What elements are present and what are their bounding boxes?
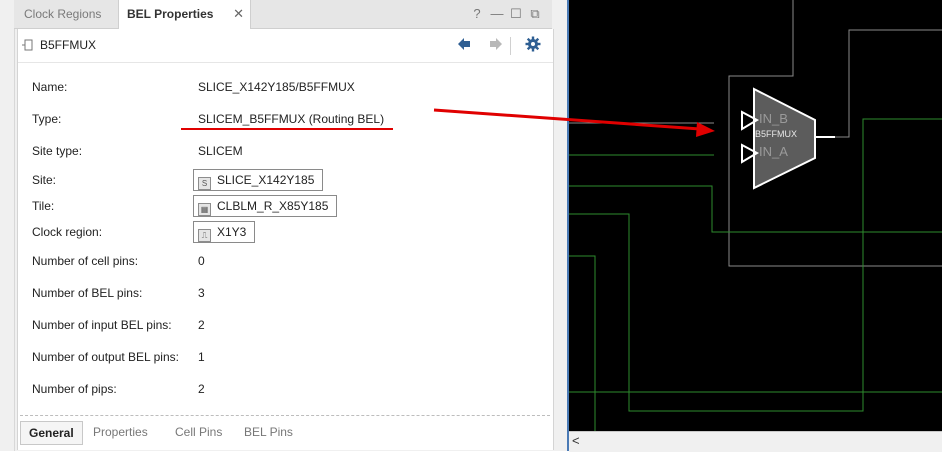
property-value: SLICEM [198,144,243,158]
net-wire [569,185,942,233]
properties-panel: Clock Regions BEL Properties ✕ ? — ☐ ⧉ B… [0,0,567,451]
back-arrow-icon[interactable] [454,36,474,56]
property-value: 1 [198,350,205,364]
property-label: Number of output BEL pins: [32,350,179,364]
site-icon: S [198,177,211,190]
device-canvas: IN_B B5FFMUX IN_A [569,0,942,431]
property-row-name: Name: SLICE_X142Y185/B5FFMUX [18,75,553,99]
clock-region-link[interactable]: ⎍ X1Y3 [193,221,256,243]
property-row-clock-region: Clock region: ⎍ X1Y3 [18,220,553,244]
property-value: 2 [198,382,205,396]
close-tab-icon[interactable]: ✕ [233,0,244,28]
help-icon[interactable]: ? [469,0,485,28]
property-row-tile: Tile: ▦ CLBLM_R_X85Y185 [18,194,553,218]
property-row-site-type: Site type: SLICEM [18,139,553,163]
tile-link[interactable]: ▦ CLBLM_R_X85Y185 [193,195,338,217]
tab-cell-pins[interactable]: Cell Pins [175,421,222,443]
property-row-bel-pins: Number of BEL pins: 3 [18,281,553,305]
property-label: Type: [32,112,62,126]
property-label: Site: [32,173,57,187]
tab-bel-properties-label: BEL Properties [127,7,214,21]
property-label: Number of BEL pins: [32,286,143,300]
property-row-output-bel-pins: Number of output BEL pins: 1 [18,345,553,369]
property-label: Number of input BEL pins: [32,318,172,332]
property-row-pips: Number of pips: 2 [18,377,553,401]
properties-header: B5FFMUX [18,29,553,63]
left-edge-strip [0,0,15,451]
property-label: Site type: [32,144,83,158]
property-value: 3 [198,286,205,300]
forward-arrow-icon[interactable] [486,36,506,56]
pin-b-label: IN_B [759,111,788,126]
clock-region-icon: ⎍ [198,229,211,242]
tile-link-label: CLBLM_R_X85Y185 [217,199,329,213]
float-window-icon[interactable]: ⧉ [527,0,543,28]
property-value: SLICE_X142Y185/B5FFMUX [198,80,355,94]
property-row-cell-pins: Number of cell pins: 0 [18,249,553,273]
property-row-input-bel-pins: Number of input BEL pins: 2 [18,313,553,337]
clock-region-link-label: X1Y3 [217,225,247,239]
toolbar-divider [510,37,511,55]
property-label: Clock region: [32,225,103,239]
properties-content: B5FFMUX Name: SLICE_X142Y185/B5FFMUX Typ… [17,29,554,450]
routing-wire [835,29,942,138]
tab-divider [20,415,550,416]
property-label: Number of pips: [32,382,117,396]
scroll-left-icon[interactable]: < [572,432,580,450]
bel-name-title: B5FFMUX [40,38,97,52]
tab-bel-pins[interactable]: BEL Pins [244,421,293,443]
property-label: Name: [32,80,68,94]
tab-bar: Clock Regions BEL Properties ✕ ? — ☐ ⧉ [14,0,552,29]
site-link-label: SLICE_X142Y185 [217,173,315,187]
type-underline-annotation [181,128,393,130]
property-label: Tile: [32,199,55,213]
tab-bel-properties[interactable]: BEL Properties ✕ [118,0,251,29]
site-link[interactable]: S SLICE_X142Y185 [193,169,324,191]
net-wire [569,255,596,431]
minimize-icon[interactable]: — [489,0,505,28]
tab-general[interactable]: General [20,421,83,445]
bel-icon [22,39,33,51]
maximize-icon[interactable]: ☐ [508,0,524,28]
property-label: Number of cell pins: [32,254,139,268]
gear-icon[interactable] [523,36,543,56]
bottom-tab-bar: General Properties Cell Pins BEL Pins [18,419,553,445]
tab-properties[interactable]: Properties [93,421,148,443]
horizontal-scrollbar[interactable]: < [569,431,942,452]
mux-label: B5FFMUX [755,129,797,139]
property-value: 0 [198,254,205,268]
device-view[interactable]: IN_B B5FFMUX IN_A [567,0,942,451]
property-value: 2 [198,318,205,332]
property-row-site: Site: S SLICE_X142Y185 [18,168,553,192]
tile-icon: ▦ [198,203,211,216]
tab-clock-regions[interactable]: Clock Regions [14,0,111,28]
pin-a-label: IN_A [759,144,788,159]
